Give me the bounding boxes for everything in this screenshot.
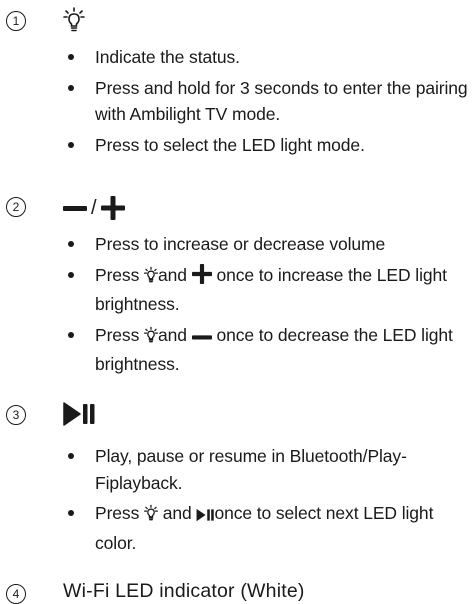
light-bulb-icon — [144, 503, 158, 530]
step-number-4: 4 — [6, 584, 26, 604]
minus-plus-heading: / — [63, 196, 125, 220]
step-number-2: 2 — [6, 197, 26, 217]
wifi-indicator-heading: Wi-Fi LED indicator (White) — [63, 580, 305, 602]
step-number-3: 3 — [6, 405, 26, 425]
light-bulb-icon — [144, 265, 158, 292]
light-bulb-icon — [63, 7, 85, 38]
list-item: Press and once to increase the LED light… — [68, 262, 473, 318]
play-pause-icon — [196, 503, 215, 530]
section-2-list: Press to increase or decrease volume Pre… — [68, 231, 473, 382]
play-pause-icon — [63, 402, 95, 431]
list-item: Play, pause or resume in Bluetooth/Play-… — [68, 443, 473, 496]
list-item: Press and hold for 3 seconds to enter th… — [68, 75, 473, 128]
plus-icon — [100, 196, 125, 220]
minus-icon — [63, 206, 87, 211]
separator: / — [91, 197, 97, 219]
light-bulb-icon — [144, 325, 158, 352]
list-item: Press and once to select next LED light … — [68, 500, 473, 556]
step-number-1: 1 — [6, 11, 26, 31]
section-1-list: Indicate the status. Press and hold for … — [68, 44, 473, 162]
minus-icon — [191, 325, 212, 352]
list-item: Indicate the status. — [68, 44, 473, 71]
section-3-list: Play, pause or resume in Bluetooth/Play-… — [68, 443, 473, 560]
plus-icon — [191, 263, 212, 292]
list-item: Press to select the LED light mode. — [68, 132, 473, 159]
list-item: Press and once to decrease the LED light… — [68, 322, 473, 378]
list-item: Press to increase or decrease volume — [68, 231, 473, 258]
